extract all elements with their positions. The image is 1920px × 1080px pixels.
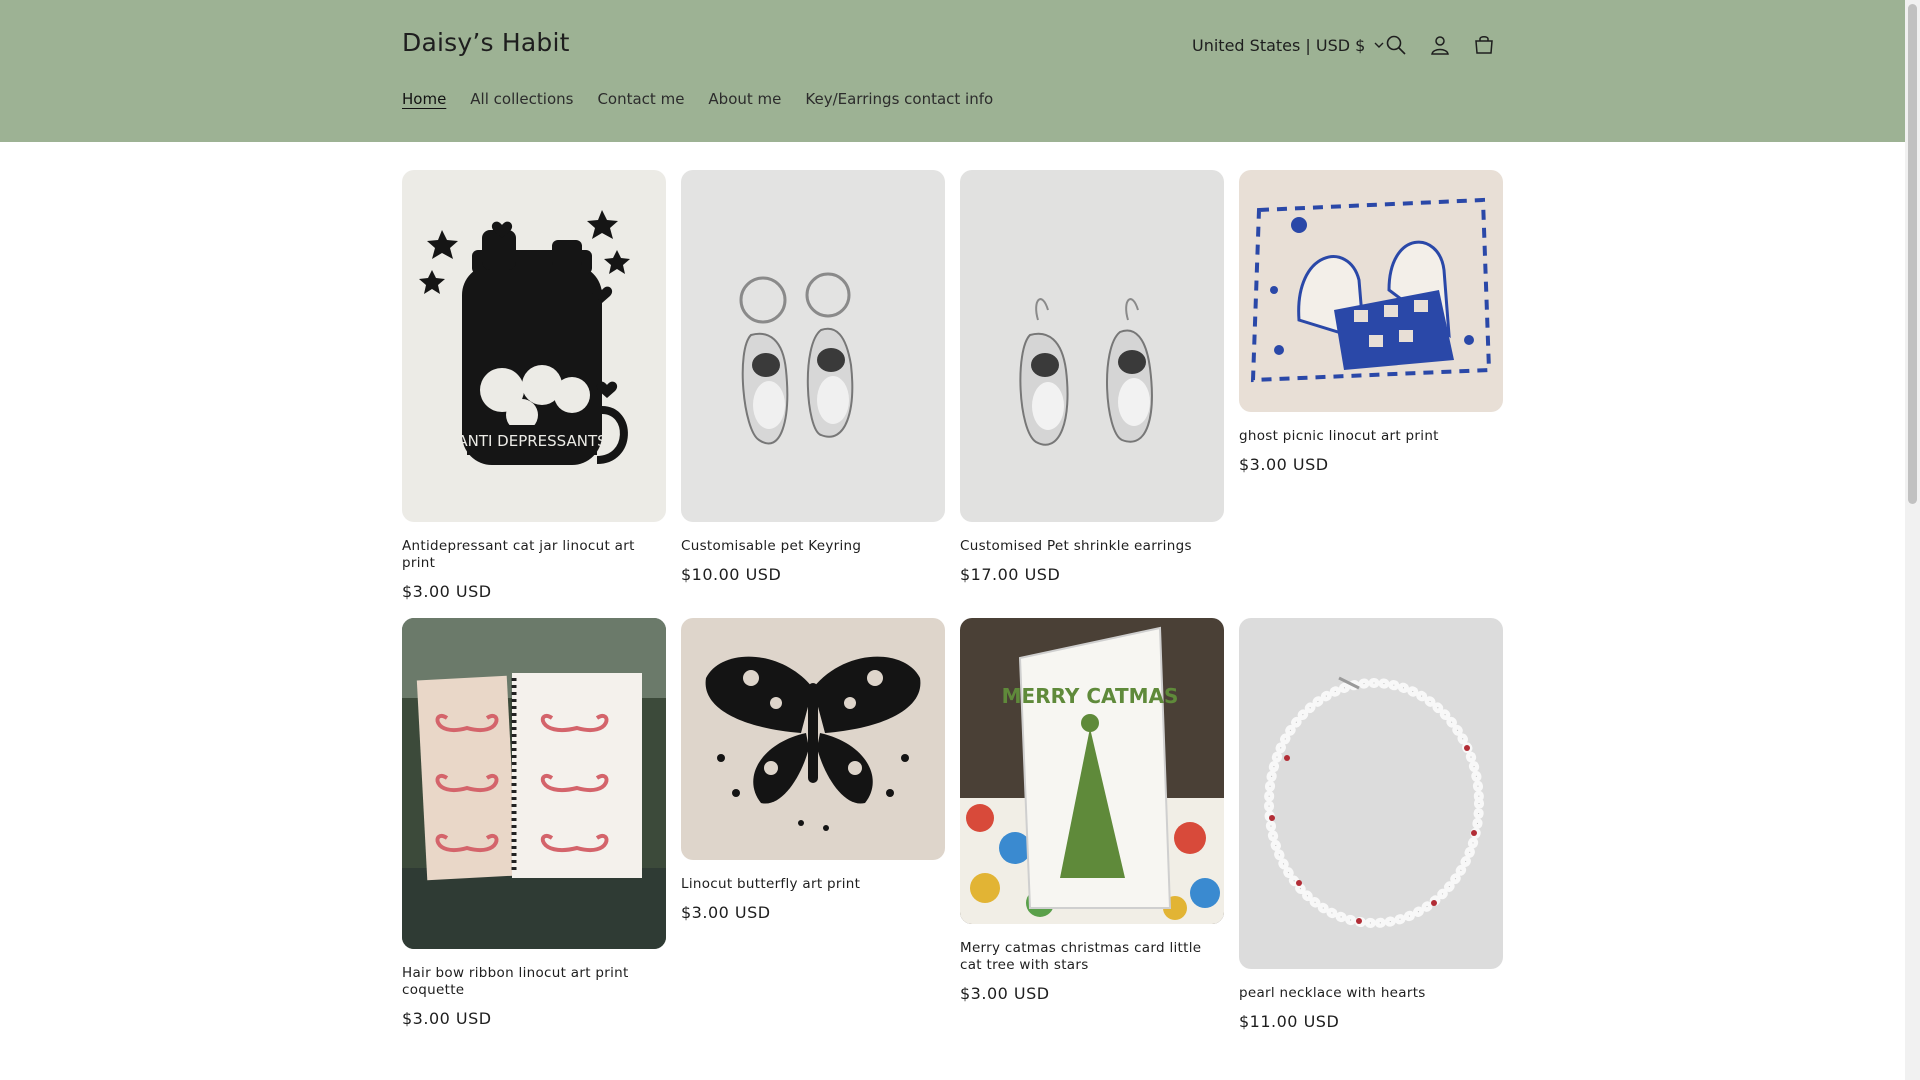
product-title[interactable]: Linocut butterfly art print	[681, 876, 945, 893]
product-image[interactable]	[402, 618, 666, 949]
country-currency-label: United States | USD $	[1192, 36, 1366, 55]
product-card[interactable]: ghost picnic linocut art print $3.00 USD	[1239, 170, 1503, 474]
product-card[interactable]: Linocut butterfly art print $3.00 USD	[681, 618, 945, 922]
scrollbar[interactable]	[1905, 0, 1920, 1080]
search-icon[interactable]	[1384, 33, 1408, 57]
product-image-text: ANTI DEPRESSANTS	[457, 432, 606, 450]
product-title[interactable]: Customisable pet Keyring	[681, 538, 945, 555]
main-nav: Home All collections Contact me About me…	[402, 90, 993, 108]
product-card[interactable]: MERRY CATMAS Merry catmas christmas card…	[960, 618, 1224, 1003]
product-title[interactable]: Hair bow ribbon linocut art print coquet…	[402, 965, 666, 999]
product-price: $3.00 USD	[402, 582, 492, 601]
product-title[interactable]: Antidepressant cat jar linocut art print	[402, 538, 666, 572]
product-price: $11.00 USD	[1239, 1012, 1340, 1031]
nav-about-me[interactable]: About me	[708, 90, 781, 108]
scrollbar-thumb[interactable]	[1908, 4, 1917, 504]
store-logo[interactable]: Daisy’s Habit	[402, 28, 570, 57]
product-card[interactable]: ANTI DEPRESSANTS Antidepressant cat jar …	[402, 170, 666, 601]
product-image[interactable]	[681, 618, 945, 860]
product-price: $3.00 USD	[960, 984, 1050, 1003]
product-price: $3.00 USD	[402, 1009, 492, 1028]
product-title[interactable]: Customised Pet shrinkle earrings	[960, 538, 1224, 555]
nav-contact-me[interactable]: Contact me	[597, 90, 684, 108]
product-image[interactable]	[960, 170, 1224, 522]
product-image[interactable]: MERRY CATMAS	[960, 618, 1224, 924]
product-card[interactable]: pearl necklace with hearts $11.00 USD	[1239, 618, 1503, 1031]
product-card[interactable]: Customised Pet shrinkle earrings $17.00 …	[960, 170, 1224, 584]
product-image[interactable]: ANTI DEPRESSANTS	[402, 170, 666, 522]
product-price: $17.00 USD	[960, 565, 1061, 584]
site-header: Daisy’s Habit United States | USD $ Home…	[0, 0, 1905, 142]
product-card[interactable]: Hair bow ribbon linocut art print coquet…	[402, 618, 666, 1028]
product-card[interactable]: Customisable pet Keyring $10.00 USD	[681, 170, 945, 584]
country-currency-selector[interactable]: United States | USD $	[1192, 36, 1385, 55]
nav-all-collections[interactable]: All collections	[470, 90, 573, 108]
product-price: $10.00 USD	[681, 565, 782, 584]
nav-key-earrings-contact[interactable]: Key/Earrings contact info	[805, 90, 993, 108]
product-image[interactable]	[1239, 618, 1503, 969]
product-image[interactable]	[1239, 170, 1503, 412]
product-title[interactable]: pearl necklace with hearts	[1239, 985, 1503, 1002]
account-icon[interactable]	[1428, 33, 1452, 57]
product-price: $3.00 USD	[1239, 455, 1329, 474]
nav-home[interactable]: Home	[402, 90, 446, 108]
cart-icon[interactable]	[1472, 33, 1496, 57]
product-image-text: MERRY CATMAS	[1002, 684, 1179, 708]
product-title[interactable]: Merry catmas christmas card little cat t…	[960, 940, 1224, 974]
product-title[interactable]: ghost picnic linocut art print	[1239, 428, 1503, 445]
product-image[interactable]	[681, 170, 945, 522]
product-price: $3.00 USD	[681, 903, 771, 922]
